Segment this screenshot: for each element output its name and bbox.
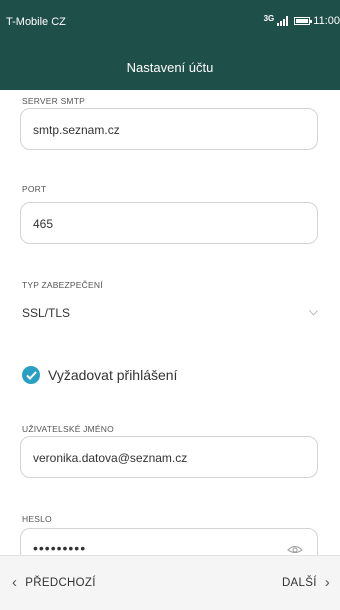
port-field[interactable]: 465 [20, 202, 318, 244]
security-type-select[interactable]: SSL/TLS [20, 302, 320, 328]
carrier-name: T-Mobile CZ [6, 16, 66, 28]
username-value: veronika.datova@seznam.cz [33, 451, 188, 465]
chevron-left-icon: ‹ [12, 574, 18, 591]
username-label: UŽIVATELSKÉ JMÉNO [22, 424, 114, 434]
status-bar: T-Mobile CZ 3G 11:00 [0, 0, 340, 44]
smtp-server-field[interactable]: smtp.seznam.cz [20, 108, 318, 150]
port-label: PORT [22, 184, 47, 194]
page-title: Nastavení účtu [126, 60, 214, 75]
next-label: DALŠÍ [281, 576, 317, 589]
clock: 11:00 [313, 15, 340, 27]
next-button[interactable]: DALŠÍ › [282, 574, 330, 591]
security-type-value: SSL/TLS [22, 306, 71, 320]
chevron-right-icon: › [324, 574, 330, 591]
previous-button[interactable]: ‹ PŘEDCHOZÍ [12, 574, 96, 591]
password-label: HESLO [22, 514, 52, 524]
bottom-nav: ‹ PŘEDCHOZÍ DALŠÍ › [0, 555, 340, 610]
status-icons: 3G 11:00 [264, 14, 340, 28]
smtp-server-label: SERVER SMTP [22, 96, 85, 106]
chevron-down-icon [309, 310, 318, 316]
app-bar: Nastavení účtu [0, 44, 340, 90]
require-login-label: Vyžadovat přihlášení [48, 367, 178, 383]
port-value: 465 [33, 217, 54, 231]
password-value: ••••••••• [33, 540, 87, 556]
username-field[interactable]: veronika.datova@seznam.cz [20, 436, 318, 478]
signal-icon [277, 16, 289, 26]
network-type: 3G [263, 13, 275, 23]
previous-label: PŘEDCHOZÍ [25, 576, 96, 589]
checkmark-icon [22, 366, 40, 384]
require-login-checkbox[interactable]: Vyžadovat přihlášení [22, 366, 177, 384]
smtp-server-value: smtp.seznam.cz [33, 123, 120, 137]
security-type-label: TYP ZABEZPEČENÍ [22, 280, 103, 290]
eye-icon[interactable] [287, 543, 303, 555]
battery-icon [294, 17, 313, 25]
